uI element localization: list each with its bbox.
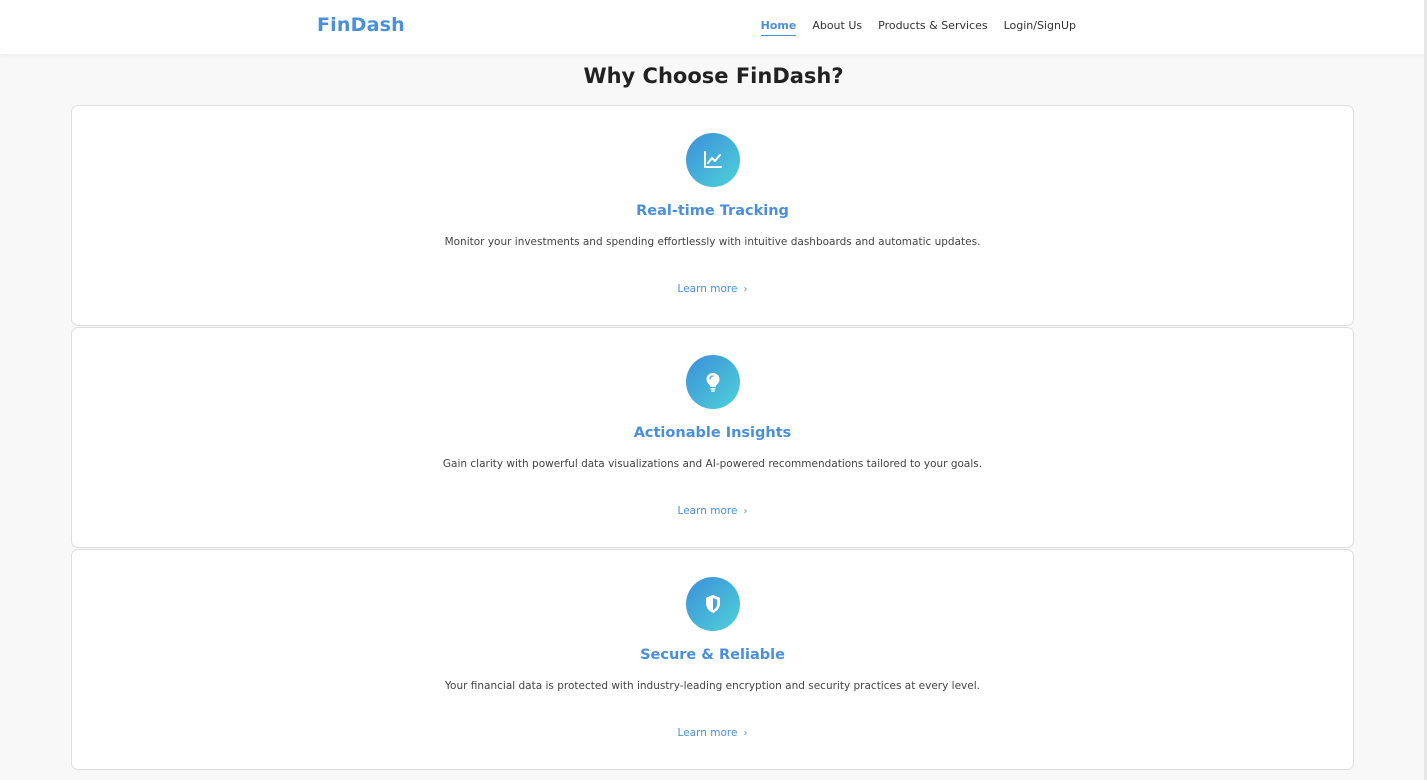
chevron-right-icon: ›	[743, 284, 748, 295]
card-title: Actionable Insights	[633, 425, 792, 441]
learn-more-link[interactable]: Learn more ›	[72, 727, 1353, 739]
navbar: FinDash Home About Us Products & Service…	[0, 0, 1427, 54]
feature-card-insights: Actionable Insights Gain clarity with po…	[71, 327, 1354, 548]
learn-more-label: Learn more	[677, 727, 738, 739]
feature-card-tracking: Real-time Tracking Monitor your investme…	[71, 105, 1354, 326]
card-title: Real-time Tracking	[636, 203, 789, 219]
shield-icon	[686, 577, 740, 631]
nav-login-link[interactable]: Login/SignUp	[1004, 19, 1076, 36]
card-description: Your financial data is protected with in…	[445, 680, 980, 692]
chevron-right-icon: ›	[743, 506, 748, 517]
card-title: Secure & Reliable	[640, 647, 785, 663]
chevron-right-icon: ›	[743, 728, 748, 739]
learn-more-label: Learn more	[677, 283, 738, 295]
card-description: Gain clarity with powerful data visualiz…	[442, 458, 983, 470]
nav-home-link[interactable]: Home	[760, 19, 797, 36]
feature-card-security: Secure & Reliable Your financial data is…	[71, 549, 1354, 770]
brand-logo[interactable]: FinDash	[317, 14, 405, 36]
nav-about-link[interactable]: About Us	[812, 19, 862, 36]
learn-more-link[interactable]: Learn more ›	[72, 283, 1353, 295]
nav-links: Home About Us Products & Services Login/…	[760, 19, 1076, 36]
learn-more-label: Learn more	[677, 505, 738, 517]
chart-line-icon	[686, 133, 740, 187]
lightbulb-icon	[686, 355, 740, 409]
section-title: Why Choose FinDash?	[583, 64, 844, 88]
learn-more-link[interactable]: Learn more ›	[72, 505, 1353, 517]
card-description: Monitor your investments and spending ef…	[444, 236, 981, 248]
nav-products-link[interactable]: Products & Services	[878, 19, 987, 36]
